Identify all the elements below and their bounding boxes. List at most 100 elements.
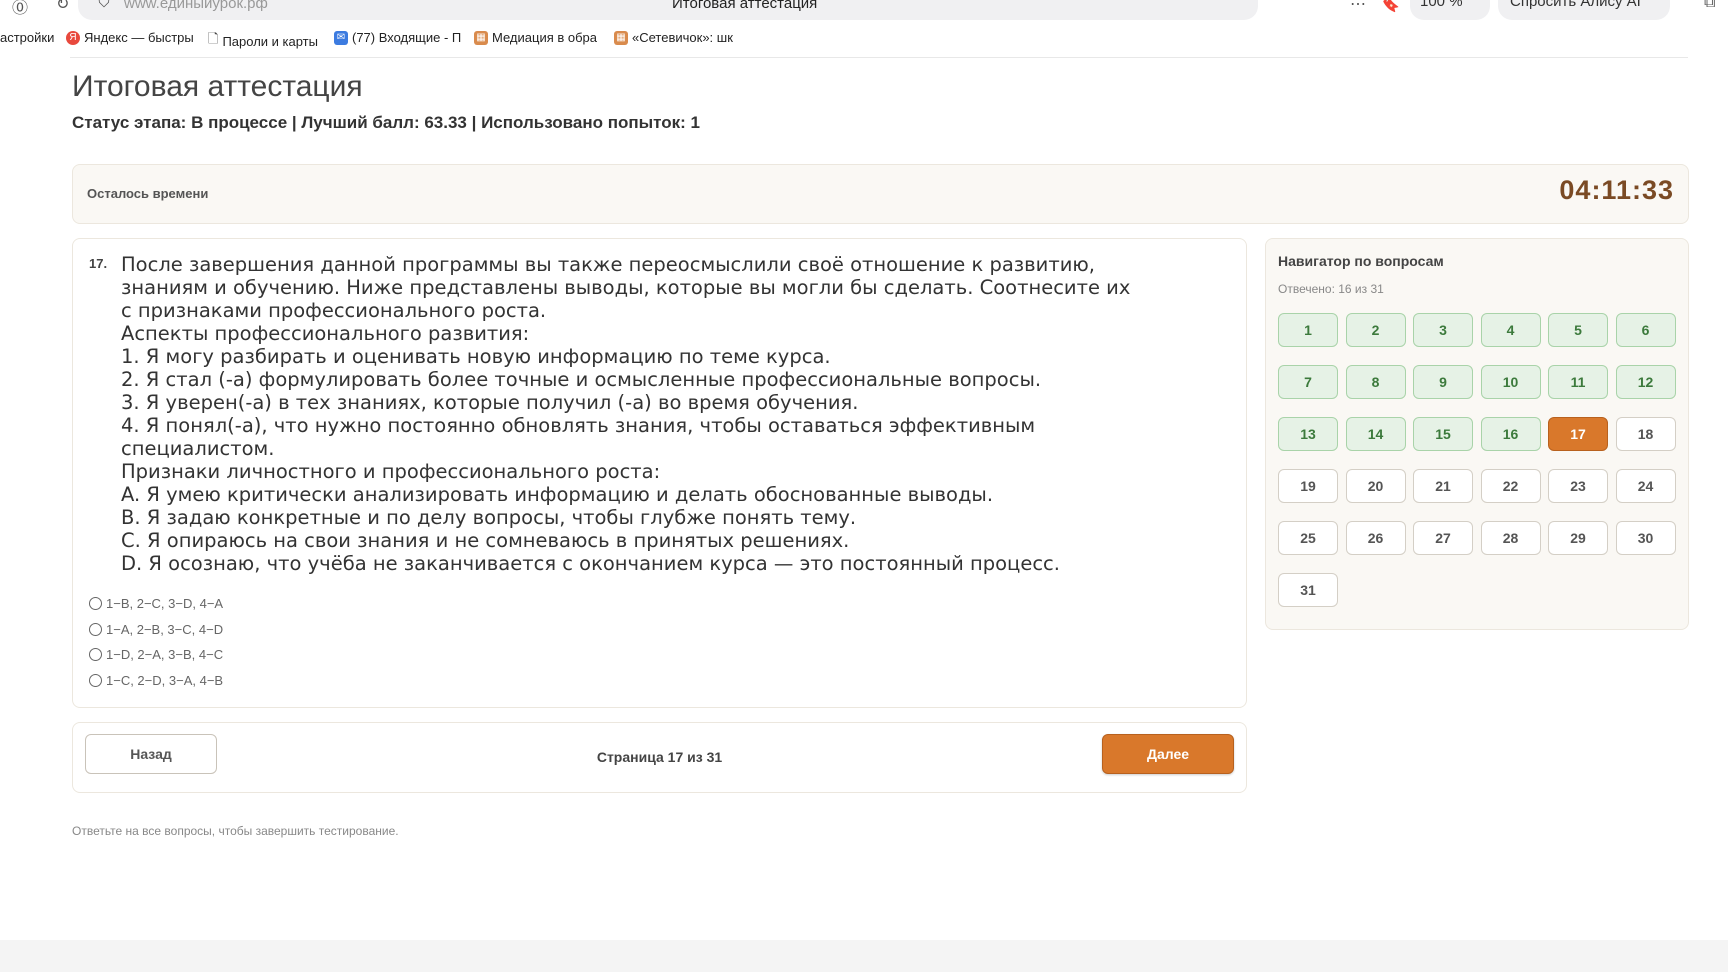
bookmark-yandex[interactable]: Я Яндекс — быстры <box>66 30 194 45</box>
question-grid: 1 2 3 4 5 6 7 8 9 10 11 12 13 14 15 16 17 18 19 20 21 22 23 24 2… <box>1278 313 1676 607</box>
question-card: 17. После завершения данной программы вы… <box>72 238 1247 708</box>
question-nav-button-10[interactable]: 10 <box>1480 365 1541 399</box>
page-title: Итоговая аттестация <box>72 70 363 103</box>
answer-option[interactable]: 1−D, 2−A, 3−B, 4−C <box>89 642 223 668</box>
browser-toolbar: ⓪ ↻ ⛉ www.единыйурок.рф Итоговая аттеста… <box>0 0 1728 22</box>
question-nav-button-30[interactable]: 30 <box>1615 521 1676 555</box>
timer-label: Осталось времени <box>87 186 209 201</box>
question-nav-button-17[interactable]: 17 <box>1548 417 1608 451</box>
option-label: 1−C, 2−D, 3−A, 4−B <box>106 672 224 688</box>
bookmarks-bar: астройки Я Яндекс — быстры 🗋 Пароли и карт… <box>0 26 1728 50</box>
option-label: 1−B, 2−C, 3−D, 4−A <box>106 596 224 612</box>
reload-icon[interactable]: ↻ <box>56 0 69 14</box>
question-nav-button-11[interactable]: 11 <box>1548 365 1608 399</box>
question-line: D. Я осознаю, что учёба не заканчивается… <box>121 552 1060 575</box>
bookmark-label: Пароли и карты <box>222 33 318 49</box>
radio-button[interactable] <box>89 597 102 611</box>
page-indicator: Страница 17 из 31 <box>596 749 723 765</box>
mail-icon: ✉ <box>334 30 348 45</box>
question-nav-button-14[interactable]: 14 <box>1345 417 1406 451</box>
option-label: 1−D, 2−A, 3−B, 4−C <box>106 647 224 663</box>
completion-hint: Ответьте на все вопросы, чтобы завершить… <box>72 824 399 838</box>
page-footer <box>0 940 1728 972</box>
ask-alice-button[interactable]: Спросить Алису AI <box>1498 0 1670 20</box>
next-button[interactable]: Далее <box>1102 734 1234 774</box>
question-nav-button-1[interactable]: 1 <box>1278 313 1338 347</box>
back-button[interactable]: Назад <box>85 734 217 774</box>
question-number: 17. <box>89 256 108 271</box>
question-nav-button-23[interactable]: 23 <box>1548 469 1608 503</box>
navigator-title: Навигатор по вопросам <box>1278 253 1444 269</box>
question-nav-button-13[interactable]: 13 <box>1278 417 1338 451</box>
book-icon: ▦ <box>474 30 488 45</box>
question-nav-button-8[interactable]: 8 <box>1345 365 1406 399</box>
question-nav-button-25[interactable]: 25 <box>1278 521 1338 555</box>
question-nav-button-19[interactable]: 19 <box>1278 469 1338 503</box>
stage-status: Статус этапа: В процессе | Лучший балл: … <box>72 113 700 132</box>
timer-panel: Осталось времени 04:11:33 <box>72 164 1689 224</box>
question-nav-button-5[interactable]: 5 <box>1548 313 1608 347</box>
answer-option[interactable]: 1−C, 2−D, 3−A, 4−B <box>89 668 223 694</box>
question-line: B. Я задаю конкретные и по делу вопросы,… <box>121 506 857 529</box>
bookmark-icon[interactable]: 🔖 <box>1380 0 1400 14</box>
question-nav-button-20[interactable]: 20 <box>1345 469 1406 503</box>
question-navigator: Навигатор по вопросам Отвечено: 16 из 31… <box>1265 238 1689 630</box>
zoom-value: 100 % <box>1420 0 1463 10</box>
answer-option[interactable]: 1−B, 2−C, 3−D, 4−A <box>89 591 223 617</box>
yandex-logo-icon: Я <box>66 30 80 45</box>
question-nav-button-7[interactable]: 7 <box>1278 365 1338 399</box>
url-text[interactable]: www.единыйурок.рф <box>124 0 268 12</box>
question-line: A. Я умею критически анализировать инфор… <box>121 483 994 506</box>
bookmark-label: Яндекс — быстры <box>84 30 194 45</box>
answer-options: 1−B, 2−C, 3−D, 4−A 1−A, 2−B, 3−C, 4−D 1−… <box>89 591 223 693</box>
alice-label: Спросить Алису AI <box>1510 0 1641 10</box>
question-line: C. Я опираюсь на свои знания и не сомнев… <box>121 529 850 552</box>
question-line: Аспекты профессионального развития: <box>121 322 530 345</box>
yandex-icon[interactable]: ⓪ <box>12 0 28 18</box>
question-nav-button-31[interactable]: 31 <box>1278 573 1338 607</box>
option-label: 1−A, 2−B, 3−C, 4−D <box>106 621 224 637</box>
question-nav-button-27[interactable]: 27 <box>1413 521 1473 555</box>
bookmark-mediation[interactable]: ▦ Медиация в обра <box>474 30 600 45</box>
question-nav-button-22[interactable]: 22 <box>1480 469 1541 503</box>
question-nav-button-15[interactable]: 15 <box>1413 417 1473 451</box>
answer-option[interactable]: 1−A, 2−B, 3−C, 4−D <box>89 617 223 643</box>
question-nav-button-12[interactable]: 12 <box>1615 365 1676 399</box>
question-nav-button-3[interactable]: 3 <box>1413 313 1473 347</box>
question-line: 4. Я понял(-а), что нужно постоянно обно… <box>121 414 1036 437</box>
question-nav-button-26[interactable]: 26 <box>1345 521 1406 555</box>
bookmark-label: Медиация в обра <box>492 30 598 45</box>
timer-value: 04:11:33 <box>1559 175 1674 205</box>
question-line: Признаки личностного и профессионального… <box>121 460 661 483</box>
question-nav-button-9[interactable]: 9 <box>1413 365 1473 399</box>
zoom-indicator[interactable]: 100 % <box>1410 0 1490 20</box>
question-text: После завершения данной программы вы так… <box>121 253 1231 575</box>
shield-icon[interactable]: ⛉ <box>98 0 110 12</box>
question-line: с признаками профессионального роста. <box>121 299 547 322</box>
question-nav-button-24[interactable]: 24 <box>1615 469 1676 503</box>
radio-button[interactable] <box>89 648 102 662</box>
radio-button[interactable] <box>89 622 102 636</box>
bookmark-settings[interactable]: астройки <box>0 30 60 45</box>
question-nav-button-21[interactable]: 21 <box>1413 469 1473 503</box>
document-icon: 🗋 <box>208 31 219 46</box>
divider <box>70 50 1688 58</box>
question-line: знаниям и обучению. Ниже представлены вы… <box>121 276 1131 299</box>
more-icon[interactable]: ⋯ <box>1350 0 1366 14</box>
question-nav-button-29[interactable]: 29 <box>1548 521 1608 555</box>
question-line: После завершения данной программы вы так… <box>121 253 1095 276</box>
radio-button[interactable] <box>89 673 102 687</box>
extension-icon[interactable]: ⧉ <box>1704 0 1715 12</box>
question-line: 3. Я уверен(-а) в тех знаниях, которые п… <box>121 391 859 414</box>
question-nav-button-2[interactable]: 2 <box>1345 313 1406 347</box>
question-nav-button-28[interactable]: 28 <box>1480 521 1541 555</box>
answered-count: Отвечено: 16 из 31 <box>1278 282 1384 296</box>
question-nav-button-16[interactable]: 16 <box>1480 417 1541 451</box>
bookmark-inbox[interactable]: ✉ (77) Входящие - П <box>334 30 462 45</box>
question-line: специалистом. <box>121 437 275 460</box>
question-nav-button-18[interactable]: 18 <box>1615 417 1676 451</box>
bookmark-passwords[interactable]: 🗋 Пароли и карты <box>208 30 328 52</box>
bookmark-setevichok[interactable]: ▦ «Сетевичок»: шк <box>614 30 742 45</box>
question-nav-button-4[interactable]: 4 <box>1480 313 1541 347</box>
question-nav-button-6[interactable]: 6 <box>1615 313 1676 347</box>
